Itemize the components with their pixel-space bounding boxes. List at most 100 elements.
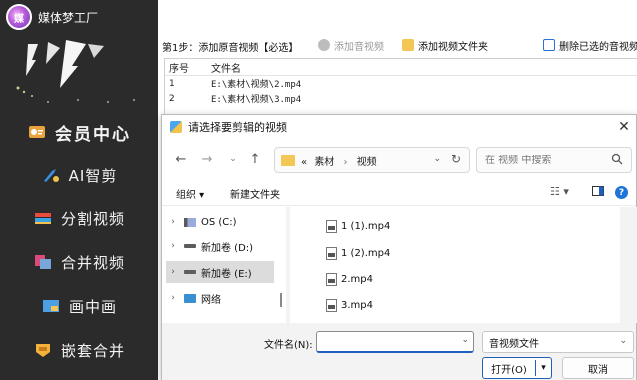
- file-open-dialog: 请选择要剪辑的视频 ✕ ← → ⌄ ↑ « 素材 › 视频 ⌄ ↻ 组织 ▾ 新…: [161, 114, 637, 380]
- row-index: 1: [169, 78, 175, 89]
- breadcrumb-item[interactable]: 视频: [357, 157, 377, 168]
- back-button[interactable]: ←: [172, 149, 190, 169]
- file-list: 1 (1).mp4 1 (2).mp4 2.mp4 3.mp4: [290, 207, 620, 323]
- table-row[interactable]: 1 E:\素材\视频\2.mp4: [165, 76, 637, 91]
- new-folder-button[interactable]: 新建文件夹: [230, 186, 280, 201]
- filename-input[interactable]: [322, 336, 460, 347]
- recent-locations-button[interactable]: ⌄: [224, 149, 242, 169]
- close-button[interactable]: ✕: [614, 117, 634, 137]
- chevron-right-icon[interactable]: ›: [166, 241, 180, 251]
- sidebar-item-label: 分割视频: [60, 209, 125, 228]
- os-drive-icon: [184, 217, 196, 227]
- address-bar[interactable]: « 素材 › 视频 ⌄ ↻: [274, 147, 470, 173]
- chevron-down-icon: ⌄: [229, 154, 237, 164]
- video-file-icon: [326, 219, 337, 233]
- divider: [162, 205, 636, 206]
- chevron-right-icon[interactable]: ›: [166, 267, 180, 277]
- file-name: 2.mp4: [341, 273, 373, 285]
- refresh-icon[interactable]: ↻: [451, 152, 461, 166]
- search-icon[interactable]: [611, 153, 623, 165]
- toolbar: 第1步：添加原音视频【必选】 添加音视频 添加视频文件夹 删除已选的音视频: [158, 34, 637, 56]
- sidebar-item-merge-video[interactable]: 合并视频: [0, 242, 158, 282]
- chevron-down-icon: ⌄: [619, 336, 627, 346]
- chevron-right-icon: ›: [343, 156, 348, 168]
- add-video-folder-button[interactable]: 添加视频文件夹: [402, 36, 488, 54]
- add-video-folder-label: 添加视频文件夹: [418, 41, 488, 53]
- cancel-button[interactable]: 取消: [562, 357, 634, 379]
- video-file-icon: [326, 246, 337, 260]
- sidebar-item-picture-in-picture[interactable]: 画中画: [0, 286, 158, 326]
- sidebar-item-label: 嵌套合并: [60, 341, 125, 360]
- delete-icon: [543, 39, 555, 51]
- chevron-down-icon[interactable]: ⌄: [461, 335, 469, 345]
- dialog-title: 请选择要剪辑的视频: [188, 121, 287, 134]
- arrow-up-icon: ↑: [249, 151, 261, 167]
- nav-item-network[interactable]: › 网络: [166, 287, 274, 309]
- list-item[interactable]: 2.mp4: [326, 270, 373, 288]
- view-options-icon[interactable]: ☷ ▾: [550, 185, 569, 201]
- file-table: 序号 文件名 1 E:\素材\视频\2.mp4 2 E:\素材\视频\3.mp4: [164, 58, 637, 114]
- search-box: [476, 147, 632, 173]
- file-name: 1 (2).mp4: [341, 247, 391, 259]
- breadcrumb-overflow[interactable]: «: [301, 157, 307, 168]
- chevron-right-icon[interactable]: ›: [166, 217, 180, 227]
- row-index: 2: [169, 93, 175, 104]
- open-button[interactable]: 打开(O) ▾: [482, 357, 552, 379]
- chevron-down-icon[interactable]: ⌄: [433, 154, 441, 164]
- sidebar-item-ai-cut[interactable]: AI智剪: [0, 155, 158, 195]
- row-filename: E:\素材\视频\3.mp4: [211, 95, 302, 105]
- split-video-icon: [33, 209, 53, 227]
- sidebar-item-split-video[interactable]: 分割视频: [0, 198, 158, 238]
- member-badge-icon: [27, 123, 47, 141]
- help-icon[interactable]: ?: [615, 186, 628, 199]
- scrollbar-thumb[interactable]: [280, 293, 282, 307]
- delete-selected-button[interactable]: 删除已选的音视频: [543, 36, 637, 54]
- video-file-icon: [326, 272, 337, 286]
- search-input[interactable]: [485, 154, 603, 166]
- video-file-icon: [326, 298, 337, 312]
- nav-item-label: 新加卷 (E:): [201, 268, 252, 280]
- nav-item-label: 网络: [201, 294, 221, 306]
- organize-button[interactable]: 组织 ▾: [176, 186, 204, 201]
- add-audio-video-label: 添加音视频: [334, 41, 384, 53]
- app-name: 媒体梦工厂: [38, 10, 99, 25]
- sidebar-item-nested-merge[interactable]: 嵌套合并: [0, 330, 158, 370]
- row-filename: E:\素材\视频\2.mp4: [211, 80, 302, 90]
- add-audio-video-button[interactable]: 添加音视频: [318, 36, 384, 54]
- picture-in-picture-icon: [41, 297, 61, 315]
- nav-item-label: OS (C:): [201, 216, 237, 228]
- sidebar-item-label: 合并视频: [60, 253, 125, 272]
- sidebar-item-label: AI智剪: [68, 166, 118, 185]
- preview-pane-icon[interactable]: [592, 185, 604, 201]
- nav-item-os-drive[interactable]: › OS (C:): [166, 211, 274, 233]
- step-label: 第1步：添加原音视频【必选】: [162, 43, 299, 54]
- filename-label: 文件名(N):: [264, 340, 313, 351]
- sidebar-item-label: 会员中心: [55, 124, 131, 145]
- breadcrumb-item[interactable]: 素材: [314, 157, 334, 168]
- table-row[interactable]: 2 E:\素材\视频\3.mp4: [165, 91, 637, 106]
- ai-scissors-icon: [41, 166, 61, 184]
- file-name: 1 (1).mp4: [341, 220, 391, 232]
- sidebar: 媒 媒体梦工厂 会员中心 AI智剪 分割视频 合并视频 画中画 嵌套合并: [0, 0, 158, 380]
- drive-icon: [184, 270, 196, 274]
- forward-button[interactable]: →: [198, 149, 216, 169]
- file-type-select[interactable]: 音视频文件 ⌄: [482, 331, 634, 353]
- nav-item-drive-e[interactable]: › 新加卷 (E:): [166, 261, 274, 283]
- table-header: 序号 文件名: [165, 59, 637, 76]
- chevron-down-icon[interactable]: ▾: [536, 363, 551, 373]
- sidebar-item-member-center[interactable]: 会员中心: [0, 112, 158, 152]
- arrow-right-icon: →: [201, 151, 213, 167]
- column-header-filename: 文件名: [211, 63, 241, 75]
- dialog-app-icon: [170, 121, 182, 133]
- folder-icon: [402, 39, 414, 51]
- nav-item-drive-d[interactable]: › 新加卷 (D:): [166, 235, 274, 257]
- dialog-footer: 文件名(N): ⌄ 音视频文件 ⌄ 打开(O) ▾ 取消: [162, 323, 636, 380]
- list-item[interactable]: 1 (2).mp4: [326, 244, 390, 262]
- list-item[interactable]: 1 (1).mp4: [326, 217, 390, 235]
- up-button[interactable]: ↑: [246, 149, 264, 169]
- column-header-index: 序号: [169, 63, 189, 75]
- delete-selected-label: 删除已选的音视频: [559, 41, 637, 53]
- chevron-right-icon[interactable]: ›: [166, 293, 180, 303]
- list-item[interactable]: 3.mp4: [326, 296, 373, 314]
- dialog-titlebar: 请选择要剪辑的视频 ✕: [162, 115, 636, 139]
